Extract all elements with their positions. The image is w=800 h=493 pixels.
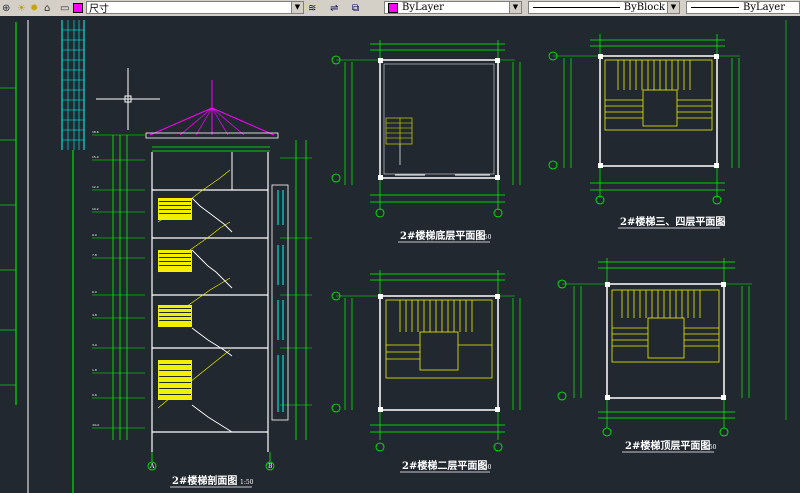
svg-text:9.0: 9.0 [92, 233, 97, 237]
drawing-canvas[interactable]: 18.6 15.4 12.4 10.2 9.0 7.8 6.0 4.8 3.0 1.8 0.6… [0, 16, 800, 493]
layer-plot-icon[interactable]: ▭ [60, 0, 69, 16]
layer-on-bulb-icon[interactable]: ☀ [17, 0, 26, 16]
svg-text:0.6: 0.6 [92, 393, 97, 397]
ground-plan-title: 2#楼梯底层平面图 [400, 229, 485, 242]
svg-text:10.2: 10.2 [92, 207, 99, 211]
lineweight-dropdown[interactable]: ByLayer [686, 1, 800, 14]
make-object-layer-current-icon[interactable]: ≋ [308, 0, 316, 16]
layer-state-icon[interactable]: ⊕ [2, 0, 10, 16]
svg-text:4.8: 4.8 [92, 313, 97, 317]
color-dropdown-value: ByLayer [402, 2, 444, 13]
section-scale: 1:50 [240, 479, 254, 486]
svg-text:12.4: 12.4 [92, 185, 99, 189]
lineweight-dropdown-value: ByLayer [743, 2, 785, 13]
layer-freeze-sun-icon[interactable]: ✹ [30, 0, 38, 16]
lineweight-sample-line [691, 7, 740, 8]
layer-color-swatch-icon [73, 0, 83, 16]
svg-text:3.0: 3.0 [92, 343, 97, 347]
svg-text:7.8: 7.8 [92, 253, 97, 257]
third-plan-title: 2#楼梯三、四层平面图 [620, 215, 725, 228]
color-dropdown[interactable]: ByLayer ▼ [384, 1, 522, 14]
svg-text:±0.0: ±0.0 [92, 423, 99, 427]
layer-previous-icon[interactable]: ⇌ [330, 0, 338, 16]
svg-text:15.4: 15.4 [92, 155, 99, 159]
ground-plan-scale: 1:50 [478, 234, 492, 241]
color-dropdown-chevron-down-icon[interactable]: ▼ [509, 2, 521, 13]
grid-label-b: B [268, 463, 273, 470]
svg-text:1.8: 1.8 [92, 368, 97, 372]
second-plan-scale: 1:50 [478, 464, 492, 471]
top-plan-scale: 1:50 [703, 444, 717, 451]
properties-toolbar: ⊕ ☀ ✹ ⌂ ▭ 尺寸 ▼ ≋ ⇌ ⧉ ByLayer ▼ ByBlock ▼… [0, 0, 800, 17]
layer-dropdown-value: 尺寸 [89, 4, 109, 15]
svg-text:6.0: 6.0 [92, 290, 97, 294]
layer-dropdown[interactable]: 尺寸 ▼ [86, 1, 304, 15]
layer-lock-icon[interactable]: ⌂ [44, 0, 50, 16]
linetype-dropdown[interactable]: ByBlock ▼ [528, 1, 680, 14]
top-plan-title: 2#楼梯顶层平面图 [625, 439, 710, 452]
linetype-dropdown-chevron-down-icon[interactable]: ▼ [667, 2, 679, 13]
grid-label-a: A [149, 463, 155, 470]
svg-text:18.6: 18.6 [92, 130, 99, 134]
section-title: 2#楼梯剖面图 [172, 474, 237, 487]
layer-isolate-icon[interactable]: ⧉ [352, 0, 359, 16]
third-plan-scale: 1:50 [712, 220, 726, 227]
layer-dropdown-chevron-down-icon[interactable]: ▼ [291, 2, 303, 13]
color-swatch [388, 2, 398, 13]
linetype-sample-line [533, 7, 620, 8]
linetype-dropdown-value: ByBlock [623, 2, 665, 13]
second-plan-title: 2#楼梯二层平面图 [402, 459, 487, 472]
